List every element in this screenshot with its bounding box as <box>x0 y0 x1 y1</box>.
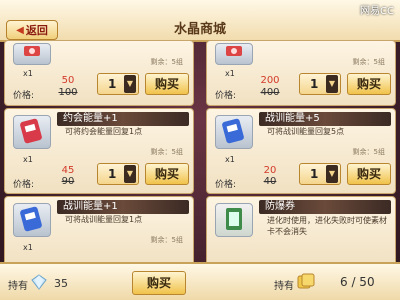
price-label: 价格: <box>215 180 237 190</box>
item-desc: 可将战训能量回复5点 <box>267 127 345 136</box>
item-card-3: 约会能量+1 可将约会能量回复1点 剩余：5组 x1 45 价格: 90 1 ▼… <box>4 108 194 194</box>
header-bar: ◀ 返回 水晶商城 网易CC <box>0 0 400 42</box>
original-price: 400 <box>260 87 280 98</box>
buy-button[interactable]: 购买 <box>347 163 391 185</box>
item-card-6: 防爆券 进化时使用，进化失败时可使素材卡不会消失 <box>206 196 396 266</box>
item-desc: 进化时使用，进化失败时可使素材卡不会消失 <box>267 216 387 236</box>
sale-price: 50 <box>61 75 75 86</box>
back-label: 返回 <box>25 24 48 37</box>
quantity-value: 1 <box>108 167 117 181</box>
item-name: 约会能量+1 <box>57 112 189 126</box>
bag-icon <box>297 273 315 289</box>
diamond-icon <box>31 274 47 290</box>
remain-label: 剩余：5组 <box>150 148 183 156</box>
quantity-value: 1 <box>310 77 319 91</box>
remain-label: 剩余：5组 <box>150 236 183 244</box>
item-icon <box>13 115 51 149</box>
item-name: 防爆券 <box>259 200 391 214</box>
chevron-down-icon: ▼ <box>124 75 136 93</box>
brand-watermark: 网易CC <box>360 6 394 17</box>
item-icon <box>215 115 253 149</box>
quantity-select[interactable]: 1 ▼ <box>299 73 341 95</box>
price-label: 价格: <box>13 91 35 101</box>
item-desc: 可将战训能量回复1点 <box>65 215 143 224</box>
buy-button[interactable]: 购买 <box>145 163 189 185</box>
remain-label: 剩余：5组 <box>150 58 183 66</box>
energy-card-icon <box>222 118 244 144</box>
footer-bar: 持有 35 购买 持有 6 / 50 <box>0 262 400 300</box>
page-title: 水晶商城 <box>173 22 226 37</box>
quantity-select[interactable]: 1 ▼ <box>97 73 139 95</box>
chevron-down-icon: ▼ <box>326 75 338 93</box>
buy-all-button[interactable]: 购买 <box>132 271 186 295</box>
buy-button[interactable]: 购买 <box>347 73 391 95</box>
chevron-down-icon: ▼ <box>124 165 136 183</box>
quantity-value: 1 <box>108 77 117 91</box>
item-qty: x1 <box>23 69 33 78</box>
sale-price: 200 <box>260 75 280 86</box>
sale-price: 20 <box>263 165 277 176</box>
shop-screen: ◀ 返回 水晶商城 网易CC 剩余：5组 x1 50 价格: 100 1 ▼ 购… <box>0 0 400 300</box>
energy-card-icon <box>20 118 42 144</box>
item-icon <box>13 203 51 237</box>
buy-button[interactable]: 购买 <box>145 73 189 95</box>
quantity-value: 1 <box>310 167 319 181</box>
item-qty: x1 <box>23 155 33 164</box>
item-card-2: 剩余：5组 x1 200 价格: 400 1 ▼ 购买 <box>206 40 396 106</box>
gift-icon <box>24 46 40 56</box>
item-icon <box>215 43 253 65</box>
back-button[interactable]: ◀ 返回 <box>6 20 58 40</box>
diamond-count: 35 <box>54 277 68 290</box>
gift-icon <box>226 46 242 56</box>
remain-label: 剩余：5组 <box>352 148 385 156</box>
price-label: 价格: <box>215 91 237 101</box>
item-name: 战训能量+1 <box>57 200 189 214</box>
original-price: 90 <box>61 176 75 187</box>
item-name: 战训能量+5 <box>259 112 391 126</box>
item-qty: x1 <box>225 69 235 78</box>
inventory-count: 6 / 50 <box>340 275 375 289</box>
quantity-select[interactable]: 1 ▼ <box>97 163 139 185</box>
item-card-4: 战训能量+5 可将战训能量回复5点 剩余：5组 x1 20 价格: 40 1 ▼… <box>206 108 396 194</box>
sale-price: 45 <box>61 165 75 176</box>
item-qty: x1 <box>225 155 235 164</box>
own-label: 持有 <box>8 281 28 292</box>
item-icon <box>215 203 253 237</box>
energy-card-icon <box>20 206 42 232</box>
remain-label: 剩余：5组 <box>352 58 385 66</box>
item-qty: x1 <box>23 243 33 252</box>
bag-label: 持有 <box>274 281 294 292</box>
price-label: 价格: <box>13 180 35 190</box>
original-price: 100 <box>58 87 78 98</box>
item-card-5: 战训能量+1 可将战训能量回复1点 剩余：5组 x1 <box>4 196 194 266</box>
item-card-1: 剩余：5组 x1 50 价格: 100 1 ▼ 购买 <box>4 40 194 106</box>
chevron-down-icon: ▼ <box>326 165 338 183</box>
ticket-icon <box>226 208 242 230</box>
item-icon <box>13 43 51 65</box>
item-desc: 可将约会能量回复1点 <box>65 127 143 136</box>
original-price: 40 <box>263 176 277 187</box>
back-arrow-icon: ◀ <box>16 24 24 36</box>
quantity-select[interactable]: 1 ▼ <box>299 163 341 185</box>
